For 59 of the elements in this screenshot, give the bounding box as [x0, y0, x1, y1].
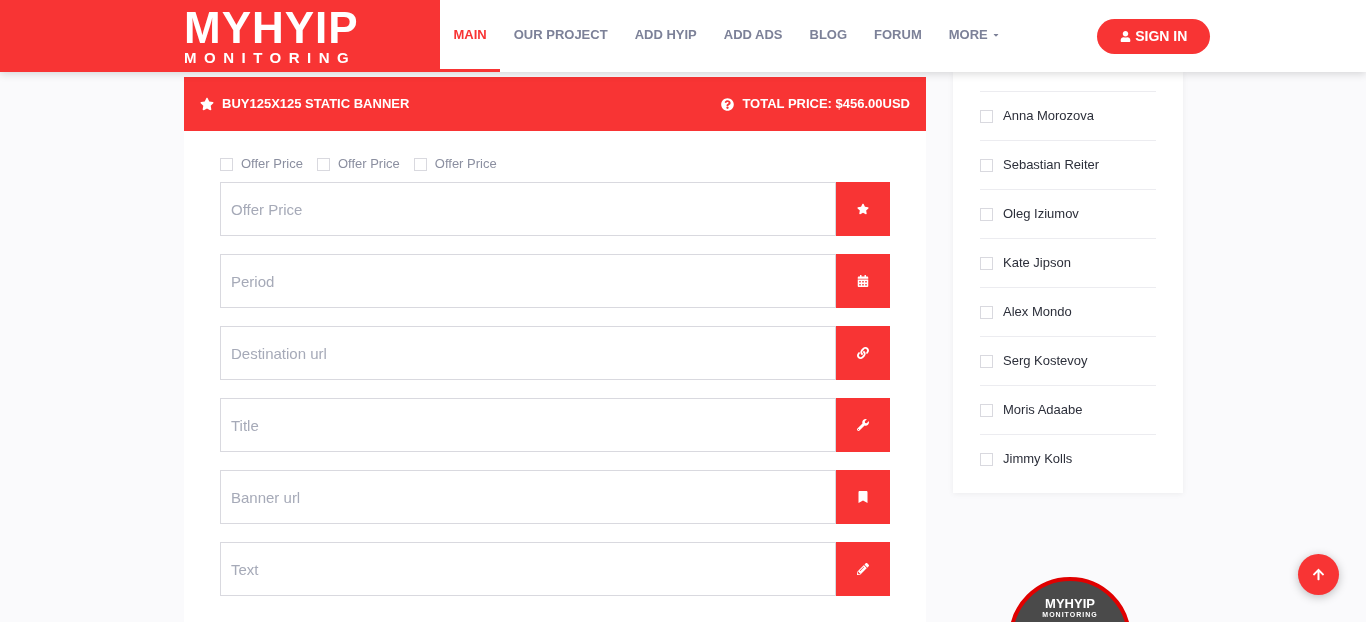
logo-subtitle: MONITORING	[184, 50, 357, 66]
user-name[interactable]: Anna Morozova	[1003, 106, 1095, 126]
user-name[interactable]: Jimmy Kolls	[1003, 449, 1073, 469]
checkbox[interactable]	[980, 207, 993, 221]
user-name[interactable]: Oleg Iziumov	[1003, 204, 1079, 224]
badge-title: MYHYIP	[1045, 597, 1095, 611]
checkbox[interactable]	[980, 305, 993, 319]
checkbox[interactable]	[980, 158, 993, 172]
scroll-top-button[interactable]	[1298, 554, 1339, 595]
star-icon	[857, 203, 870, 215]
nav-link[interactable]: ADD ADS	[710, 0, 796, 72]
calendar-icon	[857, 275, 870, 287]
logo-title: MYHYIP	[184, 6, 359, 50]
field-button[interactable]	[836, 398, 890, 452]
field-button[interactable]	[836, 254, 890, 308]
logo[interactable]: MYHYIP MONITORING	[0, 0, 440, 72]
nav-link[interactable]: BLOG	[796, 0, 861, 72]
checkbox[interactable]	[980, 256, 993, 270]
user-name[interactable]: Alex Mondo	[1003, 302, 1072, 322]
user-name[interactable]: Moris Adaabe	[1003, 400, 1083, 420]
input-field[interactable]: Text	[220, 542, 837, 596]
bookmark-icon	[857, 491, 870, 503]
wrench-icon	[857, 419, 870, 431]
input-field[interactable]: Period	[220, 254, 837, 308]
sign-in-button[interactable]: SIGN IN	[1097, 19, 1211, 54]
star-icon	[200, 97, 214, 111]
input-field[interactable]: Offer Price	[220, 182, 837, 236]
checkbox[interactable]	[980, 109, 993, 123]
option-label: Offer Price	[241, 155, 303, 174]
checkbox[interactable]	[413, 157, 427, 171]
option-label: Offer Price	[434, 155, 497, 174]
user-name[interactable]: Kate Jipson	[1003, 253, 1071, 273]
total-price: TOTAL PRICE: $456.00USD	[742, 95, 910, 114]
input-field[interactable]: Banner url	[220, 470, 837, 524]
user-name[interactable]: Serg Kostevoy	[1003, 351, 1088, 371]
field-button[interactable]	[836, 326, 890, 380]
field-button[interactable]	[836, 470, 890, 524]
user-icon	[1120, 31, 1132, 42]
field-button[interactable]	[836, 542, 890, 596]
input-field[interactable]: Destination url	[220, 326, 837, 380]
input-field[interactable]: Title	[220, 398, 837, 452]
checkbox[interactable]	[220, 157, 233, 171]
option-label: Offer Price	[337, 155, 400, 174]
checkbox[interactable]	[980, 354, 993, 368]
arrow-up-icon	[1312, 568, 1325, 581]
checkbox[interactable]	[316, 157, 330, 171]
user-name[interactable]: Sebastian Reiter	[1003, 155, 1100, 175]
pencil-icon	[857, 563, 870, 575]
field-button[interactable]	[836, 182, 890, 236]
card-title: BUY125X125 STATIC BANNER	[222, 95, 410, 114]
nav-link[interactable]: MORE	[935, 0, 1014, 72]
checkbox[interactable]	[980, 403, 993, 417]
nav-link[interactable]: MAIN	[440, 0, 501, 72]
nav-link[interactable]: OUR PROJECT	[500, 0, 622, 72]
checkbox[interactable]	[980, 452, 993, 466]
link-icon	[857, 347, 870, 359]
nav-link[interactable]: ADD HYIP	[621, 0, 711, 72]
nav-link[interactable]: FORUM	[860, 0, 936, 72]
help-icon	[721, 97, 735, 111]
